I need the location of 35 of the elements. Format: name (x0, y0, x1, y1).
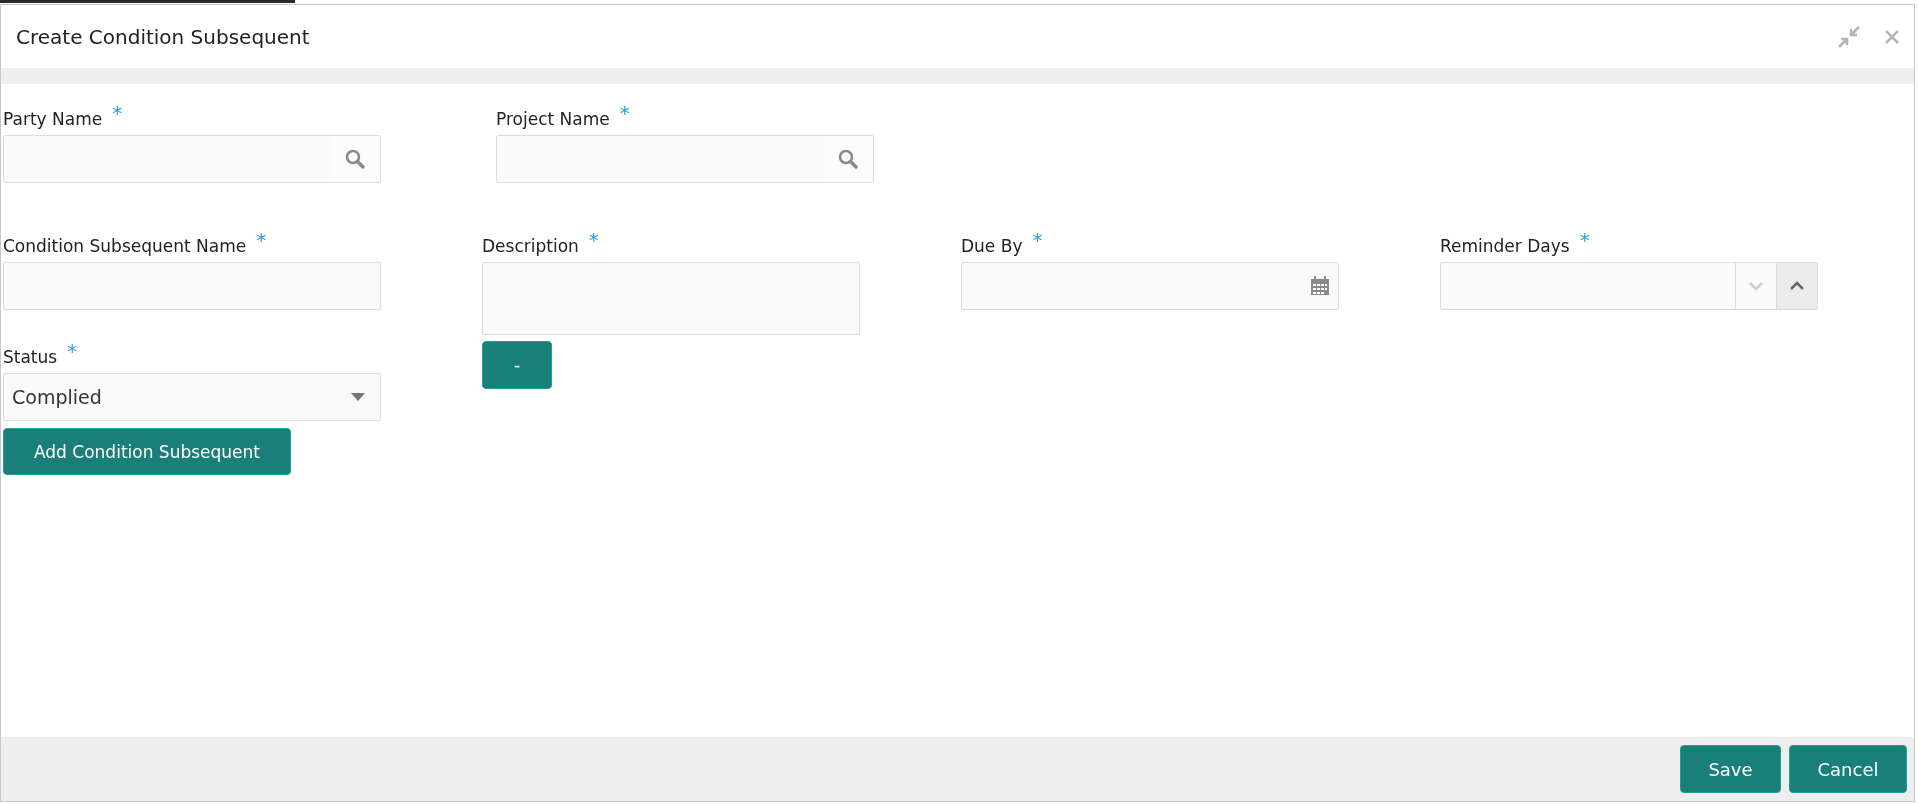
increment-button[interactable] (1776, 263, 1817, 309)
required-asterisk: * (1032, 228, 1043, 252)
text-area[interactable] (482, 262, 860, 335)
search-icon[interactable] (838, 149, 858, 169)
required-asterisk: * (1579, 228, 1590, 252)
number-field[interactable] (1440, 262, 1818, 310)
search-icon[interactable] (345, 149, 365, 169)
add-condition-button[interactable]: Add Condition Subsequent (3, 428, 291, 475)
field-label: Due By (961, 236, 1023, 256)
status-dropdown[interactable]: Complied (3, 373, 381, 421)
minimize-icon[interactable] (1838, 25, 1860, 48)
required-asterisk: * (67, 339, 78, 363)
required-asterisk: * (619, 101, 630, 125)
close-icon[interactable] (1884, 28, 1900, 45)
chevron-up-icon (1789, 281, 1805, 291)
required-asterisk: * (112, 101, 123, 125)
field-label: Status (3, 347, 58, 367)
remove-button[interactable]: - (482, 341, 552, 389)
search-field[interactable] (496, 135, 874, 183)
search-field[interactable] (3, 135, 381, 183)
chevron-down-icon (1748, 281, 1764, 291)
field-label: Project Name (496, 109, 610, 129)
field-label: Description (482, 236, 579, 256)
dialog-title: Create Condition Subsequent (16, 24, 310, 49)
required-asterisk: * (588, 228, 599, 252)
date-field[interactable] (961, 262, 1339, 310)
field-label: Condition Subsequent Name (3, 236, 247, 256)
calendar-icon[interactable] (1310, 276, 1330, 296)
required-asterisk: * (256, 228, 267, 252)
dropdown-arrow-icon (350, 392, 366, 402)
input-field[interactable] (3, 262, 381, 310)
field-label: Reminder Days (1440, 236, 1570, 256)
field-label: Party Name (3, 109, 103, 129)
footer-button[interactable]: Save (1680, 745, 1781, 793)
footer-button[interactable]: Cancel (1789, 745, 1907, 793)
